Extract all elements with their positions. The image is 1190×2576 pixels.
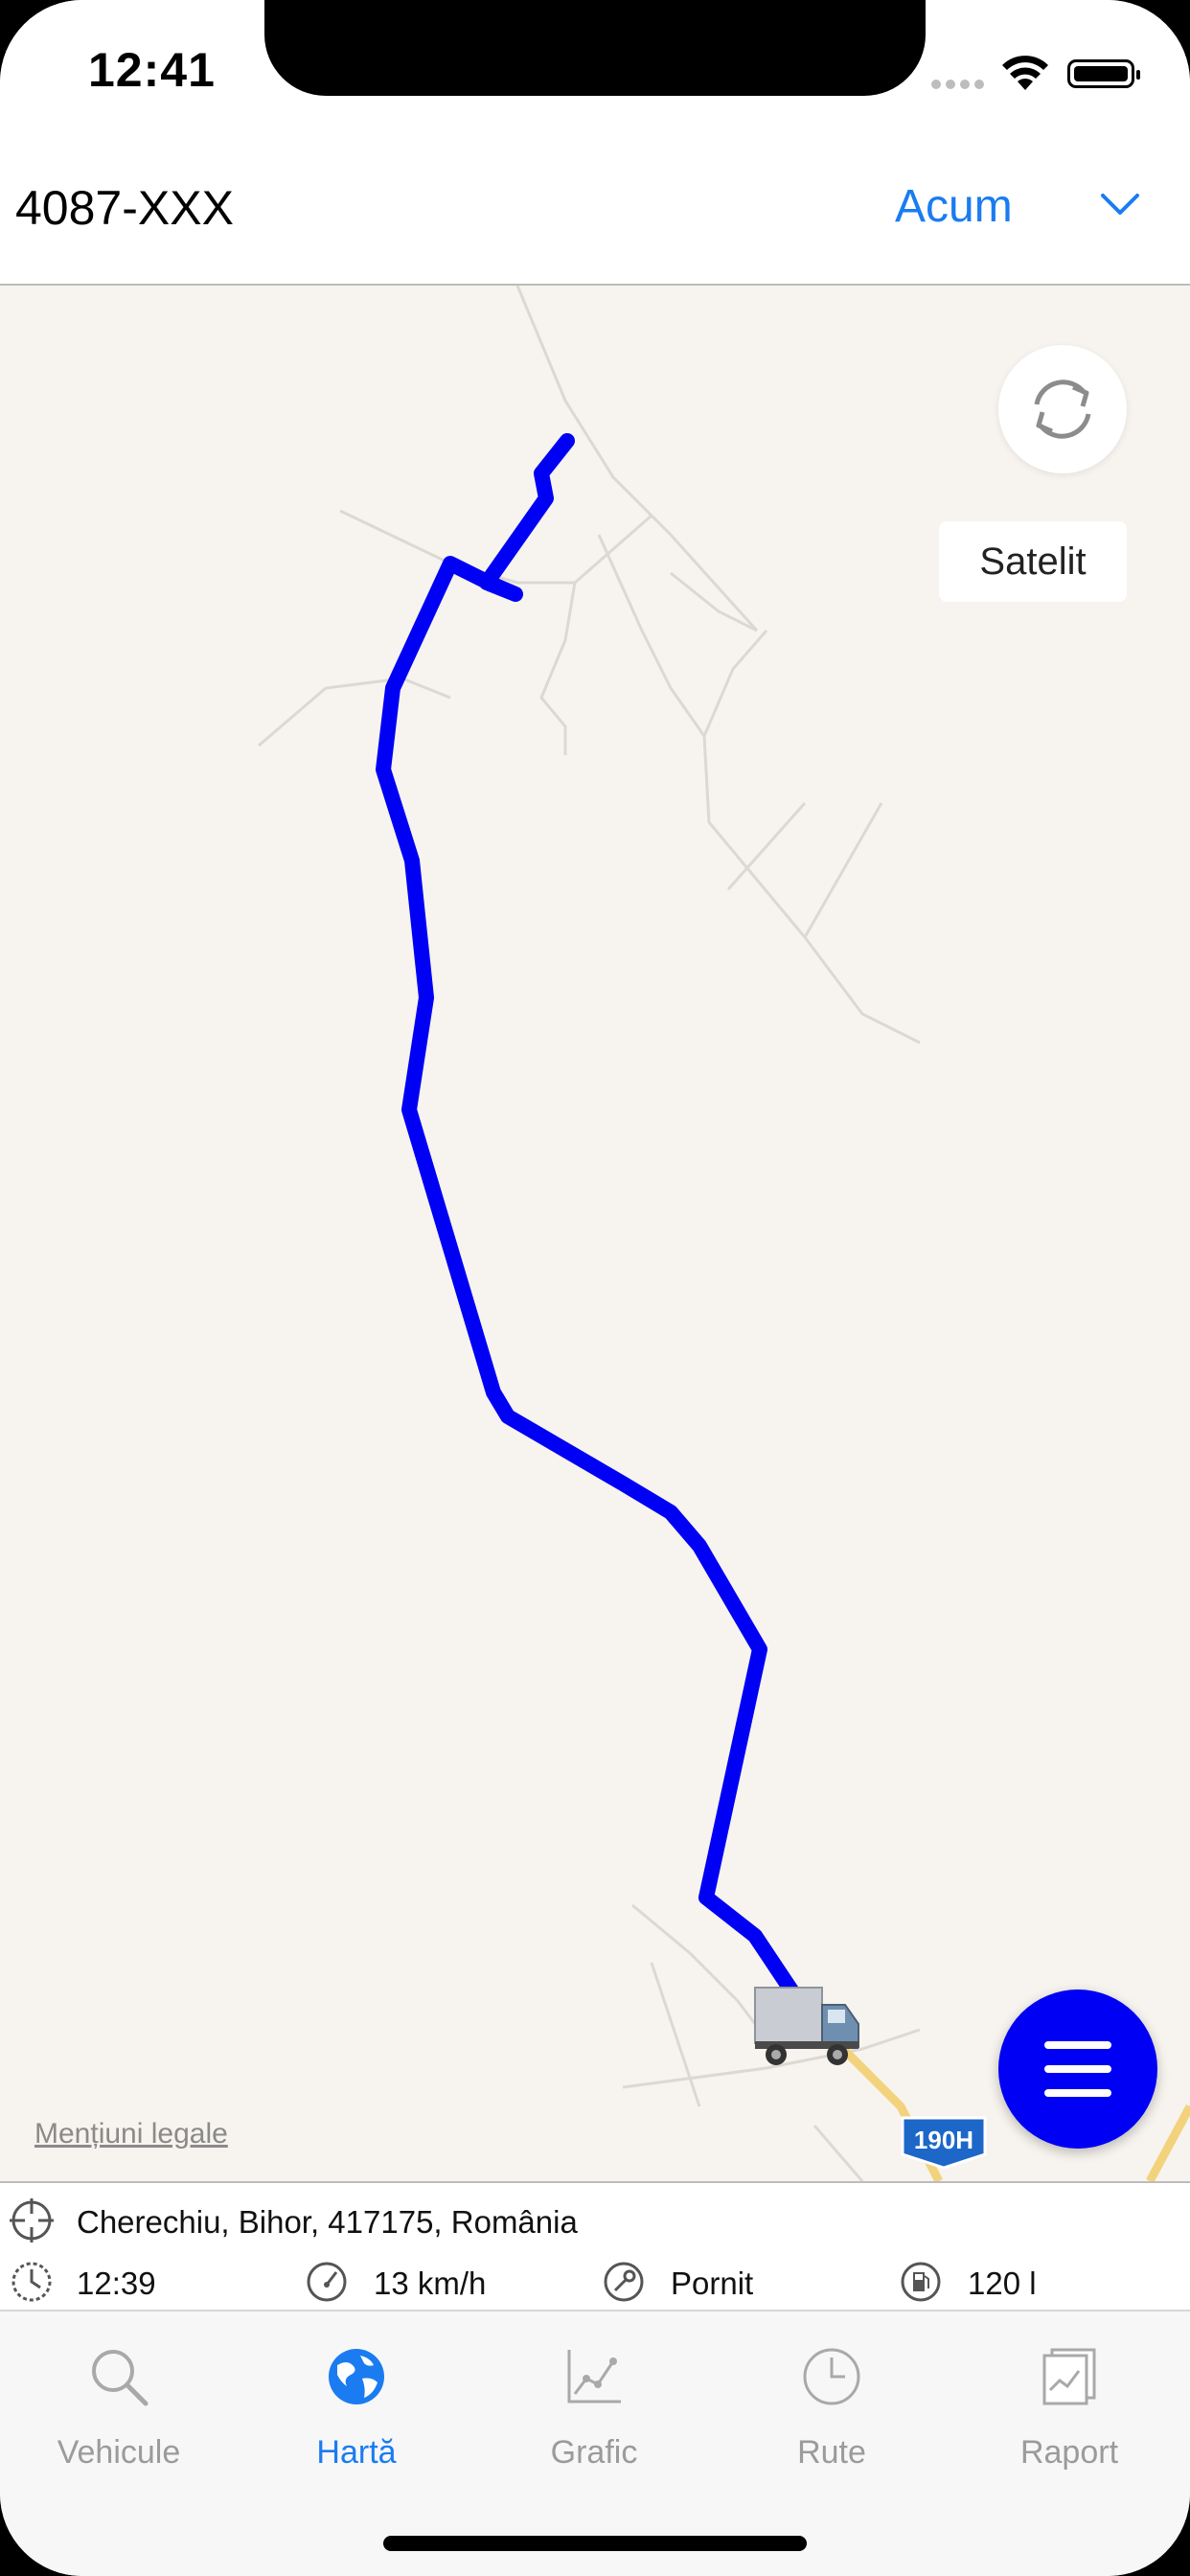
refresh-icon — [1034, 380, 1091, 439]
chart-icon — [567, 2350, 621, 2404]
clock-icon — [803, 2348, 860, 2405]
search-icon — [92, 2350, 149, 2406]
chevron-down-icon[interactable] — [1100, 190, 1140, 218]
globe-icon — [329, 2349, 384, 2404]
cellular-signal-icon — [931, 77, 989, 94]
vehicle-title: 4087-XXX — [15, 181, 234, 235]
tab-label: Raport — [1019, 2434, 1119, 2471]
fuel-icon — [901, 2262, 941, 2302]
speed-text: 13 km/h — [374, 2266, 487, 2301]
location-target-icon — [10, 2198, 54, 2242]
map-roads — [258, 286, 921, 2181]
home-indicator — [383, 2536, 807, 2551]
tab-label: Vehicule — [57, 2434, 181, 2471]
tab-bar: Vehicule Hartă Grafic Rute Raport — [0, 2310, 1190, 2576]
status-bar: 12:41 — [0, 0, 1190, 142]
time-text: 12:39 — [77, 2266, 156, 2301]
tab-grafic[interactable]: Grafic — [475, 2331, 713, 2484]
route-path — [376, 433, 812, 2018]
tab-raport[interactable]: Raport — [950, 2331, 1188, 2484]
top-bar: 4087-XXX Acum — [0, 142, 1190, 286]
satellite-toggle-button[interactable]: Satelit — [939, 521, 1127, 602]
clock-icon — [11, 2262, 52, 2302]
tab-label: Hartă — [316, 2434, 397, 2471]
ignition-text: Pornit — [671, 2266, 754, 2301]
notch — [264, 0, 926, 96]
period-selector[interactable]: Acum — [895, 180, 1013, 233]
fuel-text: 120 l — [968, 2266, 1037, 2301]
ignition-key-icon — [604, 2262, 644, 2302]
menu-fab-button[interactable] — [998, 1990, 1157, 2149]
truck-marker-icon[interactable] — [749, 1978, 864, 2074]
tab-rute[interactable]: Rute — [713, 2331, 950, 2484]
tab-harta[interactable]: Hartă — [238, 2331, 475, 2484]
refresh-button[interactable] — [998, 345, 1127, 473]
map-view[interactable]: Satelit 190H Mențiuni legale — [0, 286, 1190, 2181]
tab-vehicule[interactable]: Vehicule — [0, 2331, 238, 2484]
menu-icon — [1044, 2041, 1111, 2049]
battery-icon — [1067, 59, 1140, 88]
vehicle-info-panel: Cherechiu, Bihor, 417175, România 12:39 … — [0, 2181, 1190, 2312]
speedometer-icon — [307, 2262, 347, 2302]
road-shield-label: 190H — [914, 2126, 973, 2154]
road-shield: 190H — [897, 2114, 991, 2170]
phone-screen: 12:41 4087-XXX Acum Satelit 190H Mențiun… — [0, 0, 1190, 2576]
wifi-icon — [1002, 56, 1048, 90]
address-text: Cherechiu, Bihor, 417175, România — [77, 2204, 578, 2240]
status-time: 12:41 — [88, 43, 216, 97]
report-icon — [1042, 2348, 1096, 2405]
tab-label: Rute — [797, 2434, 866, 2471]
tab-label: Grafic — [550, 2434, 638, 2471]
legal-link[interactable]: Mențiuni legale — [34, 2118, 228, 2150]
